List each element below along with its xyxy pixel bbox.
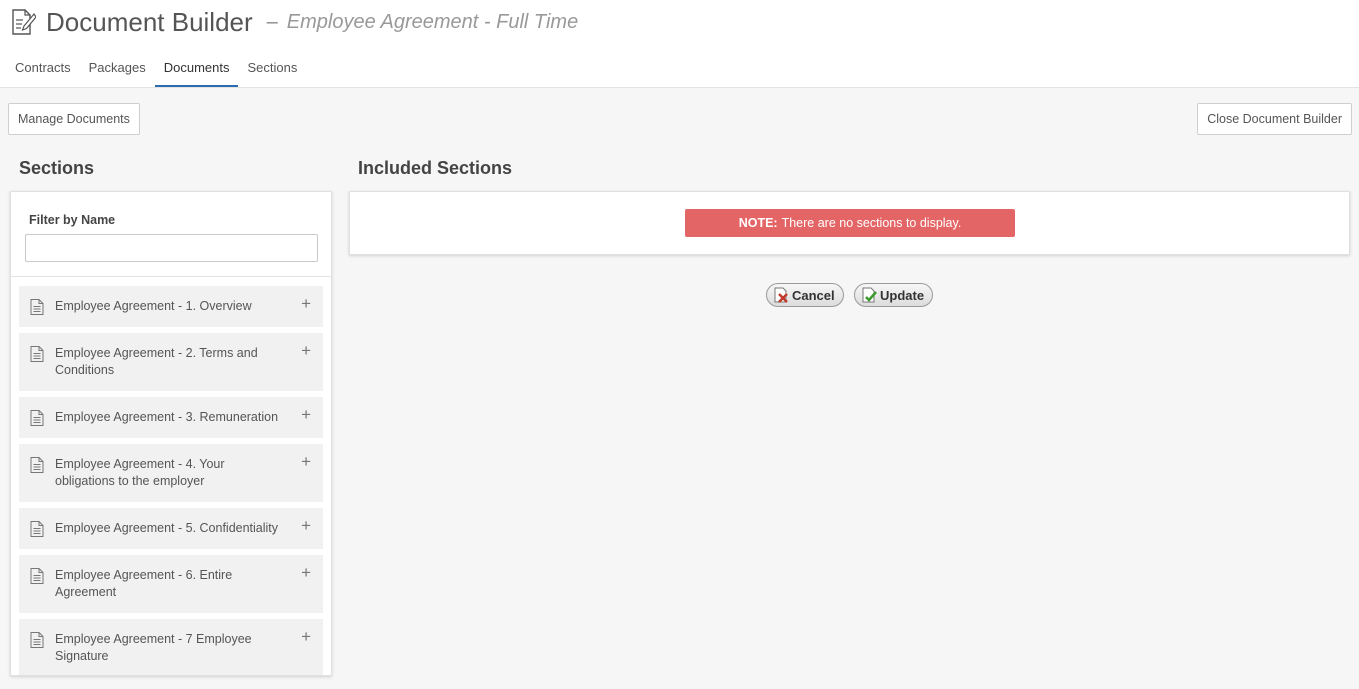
section-item-label: Employee Agreement - 5. Confidentiality [55, 521, 279, 535]
section-item-label: Employee Agreement - 4. Your obligations… [55, 457, 225, 488]
plus-icon[interactable]: + [301, 295, 311, 312]
section-item-label: Employee Agreement - 3. Remuneration [55, 410, 279, 424]
section-item-label: Employee Agreement - 7 Employee Signatur… [55, 632, 252, 663]
tab-bar: Contracts Packages Documents Sections [6, 52, 306, 87]
empty-note-banner: NOTE: There are no sections to display. [685, 209, 1015, 237]
plus-icon[interactable]: + [301, 564, 311, 581]
title-separator: – [266, 10, 278, 33]
sections-panel: Filter by Name Employee Agreement - 1. O… [10, 191, 332, 676]
section-item[interactable]: Employee Agreement - 6. Entire Agreement… [19, 555, 323, 613]
tab-contracts[interactable]: Contracts [6, 52, 80, 87]
plus-icon[interactable]: + [301, 453, 311, 470]
update-check-icon [862, 287, 877, 303]
section-item[interactable]: Employee Agreement - 4. Your obligations… [19, 444, 323, 502]
section-item[interactable]: Employee Agreement - 3. Remuneration + [19, 397, 323, 438]
note-text: There are no sections to display. [781, 216, 962, 230]
document-edit-icon [10, 7, 38, 37]
filter-area: Filter by Name [11, 192, 331, 277]
tab-packages[interactable]: Packages [80, 52, 155, 87]
close-document-builder-button[interactable]: Close Document Builder [1197, 103, 1352, 135]
update-button[interactable]: Update [854, 283, 934, 307]
plus-icon[interactable]: + [301, 342, 311, 359]
tab-documents[interactable]: Documents [154, 52, 239, 87]
filter-label: Filter by Name [29, 213, 116, 227]
file-text-icon [30, 568, 44, 584]
note-prefix: NOTE: [738, 216, 778, 230]
cancel-button[interactable]: Cancel [766, 283, 844, 307]
filter-by-name-input[interactable] [25, 234, 318, 262]
title-row: Document Builder – Employee Agreement - … [10, 4, 578, 40]
plus-icon[interactable]: + [301, 406, 311, 423]
document-name: Employee Agreement - Full Time [286, 10, 579, 33]
file-text-icon [30, 299, 44, 315]
file-text-icon [30, 521, 44, 537]
app-header: Document Builder – Employee Agreement - … [0, 0, 1359, 88]
page-title: Document Builder [46, 6, 253, 37]
plus-icon[interactable]: + [301, 628, 311, 645]
section-item-label: Employee Agreement - 6. Entire Agreement [55, 568, 233, 599]
update-label: Update [880, 287, 925, 303]
section-item[interactable]: Employee Agreement - 2. Terms and Condit… [19, 333, 323, 391]
tab-sections[interactable]: Sections [238, 52, 306, 87]
cancel-x-icon [774, 287, 788, 303]
file-text-icon [30, 346, 44, 362]
cancel-label: Cancel [792, 287, 835, 303]
file-text-icon [30, 632, 44, 648]
section-item[interactable]: Employee Agreement - 5. Confidentiality … [19, 508, 323, 549]
included-sections-panel: NOTE: There are no sections to display. [349, 191, 1350, 255]
section-item[interactable]: Employee Agreement - 7 Employee Signatur… [19, 619, 323, 675]
manage-documents-button[interactable]: Manage Documents [8, 103, 140, 135]
plus-icon[interactable]: + [301, 517, 311, 534]
section-item[interactable]: Employee Agreement - 1. Overview + [19, 286, 323, 327]
section-item-label: Employee Agreement - 1. Overview [55, 299, 252, 313]
file-text-icon [30, 410, 44, 426]
file-text-icon [30, 457, 44, 473]
section-item-label: Employee Agreement - 2. Terms and Condit… [55, 346, 258, 377]
section-list: Employee Agreement - 1. Overview + Emplo… [19, 286, 323, 675]
sections-heading: Sections [19, 158, 95, 178]
included-sections-heading: Included Sections [358, 158, 513, 178]
